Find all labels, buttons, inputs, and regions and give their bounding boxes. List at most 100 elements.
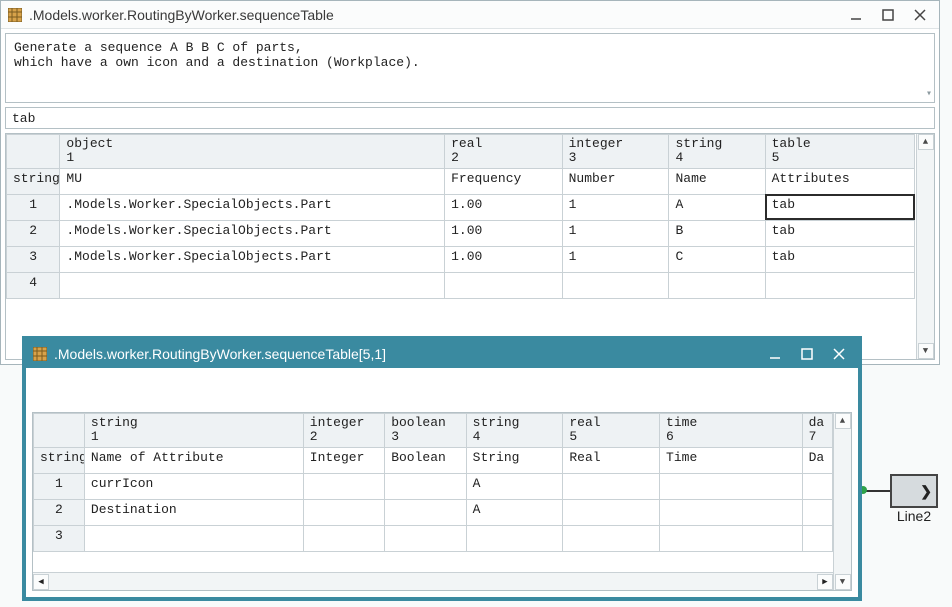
table-cell[interactable]: B xyxy=(669,220,765,246)
table-cell[interactable]: .Models.Worker.SpecialObjects.Part xyxy=(60,194,445,220)
table-cell[interactable]: tab xyxy=(765,220,915,246)
row-number[interactable]: 4 xyxy=(7,272,60,298)
table-cell[interactable] xyxy=(385,473,466,499)
table-cell[interactable] xyxy=(466,525,563,551)
col-label[interactable]: Time xyxy=(660,447,803,473)
table-cell[interactable] xyxy=(562,272,669,298)
corner-cell[interactable] xyxy=(7,135,60,169)
col-label[interactable]: Boolean xyxy=(385,447,466,473)
minimize-button[interactable] xyxy=(843,5,869,25)
table-cell[interactable] xyxy=(563,473,660,499)
model-node-line2[interactable]: ❯ Line2 xyxy=(890,474,938,524)
col-label[interactable]: Frequency xyxy=(445,168,563,194)
minimize-button[interactable] xyxy=(762,344,788,364)
maximize-button[interactable] xyxy=(794,344,820,364)
col-header[interactable]: integer3 xyxy=(562,135,669,169)
table-cell[interactable]: Destination xyxy=(84,499,303,525)
col-header[interactable]: real2 xyxy=(445,135,563,169)
table-row[interactable]: 1 currIcon A xyxy=(34,473,852,499)
table-cell[interactable]: .Models.Worker.SpecialObjects.Part xyxy=(60,246,445,272)
model-node-box[interactable]: ❯ xyxy=(890,474,938,508)
col-header[interactable]: integer2 xyxy=(303,414,384,448)
table-row[interactable]: 3 xyxy=(34,525,852,551)
table-cell[interactable] xyxy=(303,525,384,551)
main-titlebar[interactable]: .Models.worker.RoutingByWorker.sequenceT… xyxy=(1,1,939,29)
table-cell[interactable]: 1.00 xyxy=(445,220,563,246)
scroll-up-icon[interactable]: ▲ xyxy=(918,134,934,150)
corner-cell[interactable] xyxy=(34,414,85,448)
table-cell[interactable]: C xyxy=(669,246,765,272)
sub-titlebar[interactable]: .Models.worker.RoutingByWorker.sequenceT… xyxy=(26,340,858,368)
table-cell[interactable] xyxy=(802,525,833,551)
table-cell[interactable] xyxy=(660,473,803,499)
close-button[interactable] xyxy=(826,344,852,364)
table-cell[interactable] xyxy=(445,272,563,298)
col-header[interactable]: object1 xyxy=(60,135,445,169)
table-cell[interactable] xyxy=(303,499,384,525)
row-number[interactable]: 1 xyxy=(7,194,60,220)
row-header-type[interactable]: string xyxy=(7,168,60,194)
row-number[interactable]: 1 xyxy=(34,473,85,499)
table-cell[interactable]: 1.00 xyxy=(445,246,563,272)
table-row[interactable]: 2 .Models.Worker.SpecialObjects.Part 1.0… xyxy=(7,220,935,246)
scroll-down-icon[interactable]: ▼ xyxy=(918,343,934,359)
table-cell[interactable]: 1 xyxy=(562,194,669,220)
table-cell[interactable]: 1 xyxy=(562,246,669,272)
table-row[interactable]: 1 .Models.Worker.SpecialObjects.Part 1.0… xyxy=(7,194,935,220)
chevron-down-icon[interactable]: ▾ xyxy=(926,88,932,100)
table-cell[interactable]: tab xyxy=(765,246,915,272)
table-row[interactable]: 4 xyxy=(7,272,935,298)
main-table[interactable]: object1 real2 integer3 string4 table5 st… xyxy=(6,134,934,299)
col-label[interactable]: MU xyxy=(60,168,445,194)
scroll-down-icon[interactable]: ▼ xyxy=(835,574,851,590)
table-cell[interactable] xyxy=(669,272,765,298)
col-label[interactable]: Number xyxy=(562,168,669,194)
table-row[interactable]: 3 .Models.Worker.SpecialObjects.Part 1.0… xyxy=(7,246,935,272)
maximize-button[interactable] xyxy=(875,5,901,25)
vertical-scrollbar[interactable]: ▲ ▼ xyxy=(833,413,851,590)
col-header[interactable]: boolean3 xyxy=(385,414,466,448)
table-cell[interactable] xyxy=(765,272,915,298)
row-number[interactable]: 3 xyxy=(7,246,60,272)
table-cell[interactable] xyxy=(385,525,466,551)
col-label[interactable]: Integer xyxy=(303,447,384,473)
col-header[interactable]: real5 xyxy=(563,414,660,448)
col-header[interactable]: table5 xyxy=(765,135,915,169)
table-cell[interactable] xyxy=(303,473,384,499)
row-number[interactable]: 2 xyxy=(34,499,85,525)
scroll-up-icon[interactable]: ▲ xyxy=(835,413,851,429)
table-row[interactable]: 2 Destination A xyxy=(34,499,852,525)
description-box[interactable]: Generate a sequence A B B C of parts, wh… xyxy=(5,33,935,103)
table-cell[interactable]: A xyxy=(466,473,563,499)
table-cell[interactable]: 1.00 xyxy=(445,194,563,220)
col-header[interactable]: time6 xyxy=(660,414,803,448)
table-cell[interactable]: A xyxy=(669,194,765,220)
table-cell[interactable]: 1 xyxy=(562,220,669,246)
table-cell[interactable] xyxy=(60,272,445,298)
close-button[interactable] xyxy=(907,5,933,25)
col-label[interactable]: Name xyxy=(669,168,765,194)
col-header[interactable]: string1 xyxy=(84,414,303,448)
scroll-right-icon[interactable]: ▶ xyxy=(817,574,833,590)
cell-input[interactable]: tab xyxy=(5,107,935,129)
col-header[interactable]: string4 xyxy=(466,414,563,448)
table-cell[interactable] xyxy=(84,525,303,551)
table-cell[interactable]: currIcon xyxy=(84,473,303,499)
row-number[interactable]: 3 xyxy=(34,525,85,551)
horizontal-scrollbar[interactable]: ◀ ▶ xyxy=(33,572,833,590)
col-label[interactable]: Real xyxy=(563,447,660,473)
table-cell[interactable] xyxy=(563,525,660,551)
table-cell[interactable]: .Models.Worker.SpecialObjects.Part xyxy=(60,220,445,246)
table-cell[interactable] xyxy=(385,499,466,525)
col-label[interactable]: Attributes xyxy=(765,168,915,194)
col-label[interactable]: Da xyxy=(802,447,833,473)
table-cell[interactable] xyxy=(563,499,660,525)
sub-table[interactable]: string1 integer2 boolean3 string4 real5 … xyxy=(33,413,851,552)
col-header[interactable]: string4 xyxy=(669,135,765,169)
table-cell[interactable] xyxy=(802,499,833,525)
row-number[interactable]: 2 xyxy=(7,220,60,246)
col-label[interactable]: Name of Attribute xyxy=(84,447,303,473)
col-header[interactable]: da7 xyxy=(802,414,833,448)
scroll-left-icon[interactable]: ◀ xyxy=(33,574,49,590)
table-cell[interactable] xyxy=(660,499,803,525)
